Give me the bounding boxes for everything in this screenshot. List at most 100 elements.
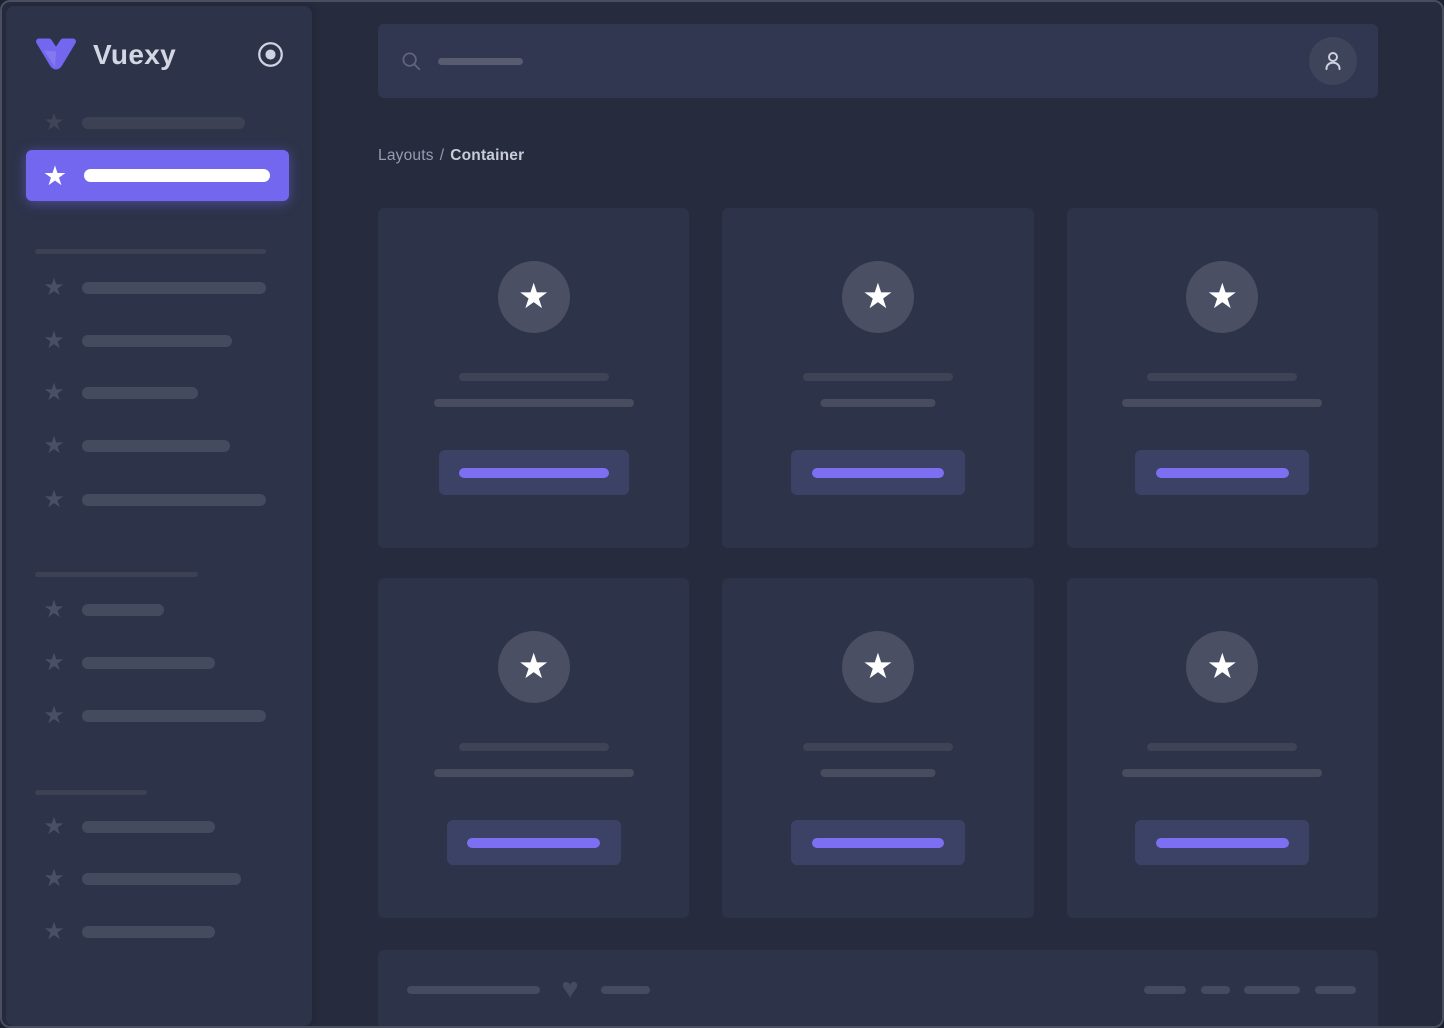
breadcrumb-separator: / xyxy=(439,147,445,164)
card-button[interactable] xyxy=(1135,820,1310,865)
menu-label-skeleton xyxy=(82,335,232,347)
sidebar-item[interactable]: ★ xyxy=(42,866,241,892)
card-title-skeleton xyxy=(458,373,609,381)
menu-label-skeleton xyxy=(82,494,266,506)
logo-text: Vuexy xyxy=(93,38,176,70)
sidebar-item[interactable]: ★ xyxy=(42,110,245,136)
menu-label-skeleton xyxy=(82,604,164,616)
card-subtitle-skeleton xyxy=(820,769,936,777)
star-icon: ★ xyxy=(43,865,65,892)
heart-icon[interactable]: ♥ xyxy=(554,974,586,1004)
sidebar-item-active[interactable]: ★ xyxy=(26,150,289,201)
card-avatar: ★ xyxy=(1186,261,1259,333)
sidebar-item[interactable]: ★ xyxy=(42,597,164,623)
card-button[interactable] xyxy=(790,820,965,865)
radio-circle-icon xyxy=(258,42,283,67)
menu-label-skeleton xyxy=(82,821,215,833)
user-icon xyxy=(1325,52,1341,71)
card-button[interactable] xyxy=(438,450,629,495)
menu-label-skeleton xyxy=(82,117,245,129)
sidebar-item[interactable]: ★ xyxy=(42,275,266,301)
star-icon: ★ xyxy=(43,432,65,459)
footer-action-skeleton xyxy=(1144,986,1186,994)
menu-label-skeleton xyxy=(82,873,241,885)
demo-card: ★ xyxy=(1066,208,1378,548)
section-title-skeleton xyxy=(35,249,266,254)
card-subtitle-skeleton xyxy=(433,399,634,407)
menu-label-skeleton xyxy=(82,657,215,669)
breadcrumb-current: Container xyxy=(450,147,525,164)
breadcrumb: Layouts / Container xyxy=(378,147,1378,165)
logo-row: Vuexy xyxy=(32,36,284,73)
sidebar-item[interactable]: ★ xyxy=(42,328,232,354)
sidebar-item[interactable]: ★ xyxy=(42,919,215,945)
card-button[interactable] xyxy=(1135,450,1310,495)
card-button[interactable] xyxy=(446,820,621,865)
sidebar-item[interactable]: ★ xyxy=(42,380,198,406)
search-input[interactable] xyxy=(378,24,1378,98)
card-title-skeleton xyxy=(1147,743,1298,751)
card-title-skeleton xyxy=(1147,373,1298,381)
star-icon: ★ xyxy=(43,274,65,301)
menu-label-skeleton xyxy=(82,387,198,399)
button-label-skeleton xyxy=(811,837,944,848)
main-content: Layouts / Container ★ ★ ★ ★ ★ ★ ♥ xyxy=(312,6,1442,1026)
star-icon: ★ xyxy=(1206,277,1239,316)
section-title-skeleton xyxy=(35,572,198,577)
menu-label-skeleton xyxy=(82,440,230,452)
card-title-skeleton xyxy=(802,373,953,381)
card-subtitle-skeleton xyxy=(820,399,936,407)
star-icon: ★ xyxy=(43,486,65,513)
user-avatar-button[interactable] xyxy=(1309,37,1357,85)
card-title-skeleton xyxy=(458,743,609,751)
star-icon: ★ xyxy=(43,649,65,676)
star-icon: ★ xyxy=(1206,647,1239,686)
menu-label-skeleton xyxy=(84,169,270,182)
menu-label-skeleton xyxy=(82,282,266,294)
star-icon: ★ xyxy=(862,277,894,316)
card-title-skeleton xyxy=(802,743,953,751)
star-icon: ★ xyxy=(43,379,65,406)
menu-label-skeleton xyxy=(82,710,266,722)
card-avatar: ★ xyxy=(1186,631,1259,703)
star-icon: ★ xyxy=(43,918,65,945)
card-avatar: ★ xyxy=(841,261,914,333)
demo-card: ★ xyxy=(378,578,690,918)
star-icon: ★ xyxy=(43,327,65,354)
button-label-skeleton xyxy=(1155,837,1289,848)
section-title-skeleton xyxy=(35,790,147,795)
search-placeholder-skeleton xyxy=(438,57,523,65)
breadcrumb-link-layouts[interactable]: Layouts xyxy=(378,147,434,164)
sidebar-item[interactable]: ★ xyxy=(42,487,266,513)
sidebar: Vuexy ★ ★ ★ ★ ★ ★ ★ ★ ★ ★ ★ ★ ★ xyxy=(6,6,312,1026)
sidebar-item[interactable]: ★ xyxy=(42,703,266,729)
star-icon: ★ xyxy=(517,647,550,686)
footer-card: ♥ xyxy=(378,950,1378,1026)
button-label-skeleton xyxy=(458,467,609,478)
star-icon: ★ xyxy=(43,596,65,623)
app-window: Vuexy ★ ★ ★ ★ ★ ★ ★ ★ ★ ★ ★ ★ ★ Layouts … xyxy=(0,0,1444,1028)
button-label-skeleton xyxy=(811,467,944,478)
footer-text-skeleton xyxy=(407,986,540,994)
card-avatar: ★ xyxy=(497,631,570,703)
sidebar-item[interactable]: ★ xyxy=(42,433,230,459)
sidebar-item[interactable]: ★ xyxy=(42,814,215,840)
sidebar-pin-toggle[interactable] xyxy=(257,41,284,68)
card-subtitle-skeleton xyxy=(1122,769,1323,777)
star-icon: ★ xyxy=(43,813,65,840)
demo-card: ★ xyxy=(1066,578,1378,918)
sidebar-item[interactable]: ★ xyxy=(42,650,215,676)
button-label-skeleton xyxy=(1155,467,1289,478)
footer-action-skeleton xyxy=(1244,986,1300,994)
button-label-skeleton xyxy=(467,837,601,848)
demo-card: ★ xyxy=(722,208,1034,548)
card-button[interactable] xyxy=(790,450,965,495)
star-icon: ★ xyxy=(43,109,65,136)
footer-text-skeleton xyxy=(601,986,650,994)
star-icon: ★ xyxy=(517,277,550,316)
star-icon: ★ xyxy=(43,702,65,729)
card-avatar: ★ xyxy=(497,261,570,333)
vuexy-logo-icon xyxy=(36,38,76,70)
search-icon xyxy=(400,50,422,72)
demo-card: ★ xyxy=(722,578,1034,918)
